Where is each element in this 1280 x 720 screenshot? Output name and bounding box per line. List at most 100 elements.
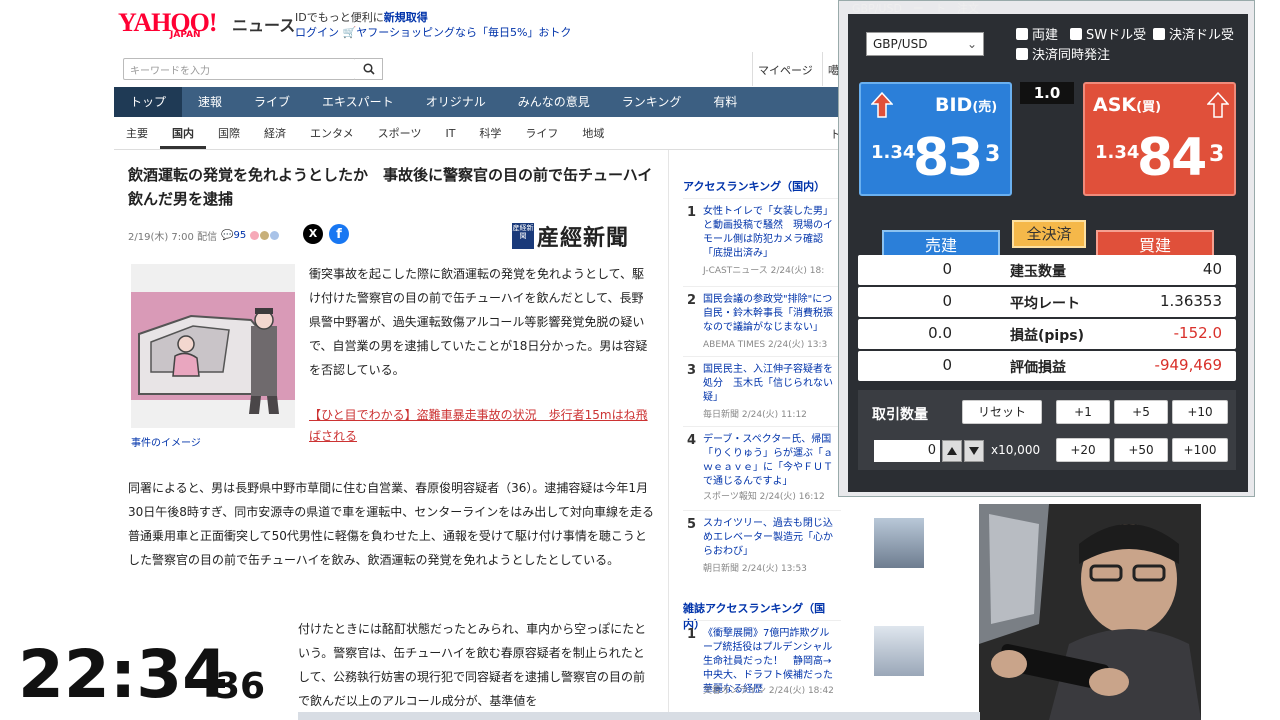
rank-number: 4 <box>687 433 697 448</box>
reset-button[interactable]: リセット <box>962 400 1042 424</box>
cat-life[interactable]: ライフ <box>513 118 570 149</box>
nav-breaking[interactable]: 速報 <box>182 87 238 117</box>
mypage-link[interactable]: マイページ <box>752 52 822 86</box>
main-nav: トップ 速報 ライブ エキスパート オリジナル みんなの意見 ランキング 有料 <box>114 87 840 117</box>
rank-source: 文春オンライン 2/24(火) 18:42 <box>703 686 834 696</box>
ask-label: ASK(買) <box>1093 94 1161 116</box>
checkbox-sw-receive[interactable]: SWドル受 <box>1070 24 1146 43</box>
qty-plus-100-button[interactable]: +100 <box>1172 438 1228 462</box>
cat-main[interactable]: 主要 <box>114 118 160 149</box>
sell-position: 0 <box>942 260 952 278</box>
checkbox-box[interactable] <box>1153 27 1165 40</box>
nav-expert[interactable]: エキスパート <box>306 87 410 117</box>
qty-increment-button[interactable] <box>942 440 962 462</box>
cat-local[interactable]: 地域 <box>570 118 616 149</box>
checkbox-settle-receive[interactable]: 決済ドル受 <box>1153 24 1234 43</box>
nav-paid[interactable]: 有料 <box>697 87 753 117</box>
rank-title[interactable]: 国民会議の参政党"排除"につ自民・鈴木幹事長「消費税張なので議論がなじまない」 <box>703 293 839 335</box>
qty-plus-20-button[interactable]: +20 <box>1056 438 1110 462</box>
rank-thumbnail[interactable] <box>874 518 924 568</box>
cat-it[interactable]: IT <box>433 118 467 149</box>
rank-source: ABEMA TIMES 2/24(火) 13:3 <box>703 340 828 350</box>
pnl-row: 0 評価損益 -949,469 <box>858 351 1236 381</box>
article-paragraph-1: 衝突事故を起こした際に飲酒運転の発覚を免れようとして、駆け付けた警察官の目の前で… <box>309 267 648 377</box>
ranking-item[interactable]: 1 《衝撃展開》7億円詐欺グループ統括役はプルデンシャル生命社員だった！ 静岡高… <box>683 620 841 700</box>
cat-entertainment[interactable]: エンタメ <box>298 118 366 149</box>
yahoo-logo[interactable]: YAHOO! <box>118 8 217 38</box>
comment-icon: 💬 <box>221 230 234 241</box>
x-share-icon[interactable]: X <box>303 224 323 244</box>
nav-top[interactable]: トップ <box>114 87 183 117</box>
ask-button[interactable]: ASK(買) 1.34 84 3 <box>1083 82 1236 196</box>
qty-plus-10-button[interactable]: +10 <box>1172 400 1228 424</box>
article-image[interactable] <box>131 264 295 428</box>
cat-sports[interactable]: スポーツ <box>366 118 434 149</box>
shopping-link[interactable]: ヤフーショッピングなら「毎日5%」おトク <box>356 26 571 39</box>
checkbox-simultaneous-order[interactable]: 決済同時発注 <box>1016 44 1110 63</box>
qty-plus-1-button[interactable]: +1 <box>1056 400 1110 424</box>
ranking-heading[interactable]: アクセスランキング（国内） <box>683 178 825 194</box>
ranking-item[interactable]: 1 女性トイレで「女装した男」と動画投稿で騒然 現場のイモール側は防犯カメラ確認… <box>683 198 841 286</box>
cat-world[interactable]: 国際 <box>206 118 252 149</box>
close-all-button[interactable]: 全決済 <box>1012 220 1086 248</box>
buy-avg-rate: 1.36353 <box>1159 292 1222 310</box>
ranking-item[interactable]: 3 国民民主、入江伸子容疑者を処分 玉木氏「信じられない疑」 毎日新聞 2/24… <box>683 356 841 426</box>
rank-title[interactable]: 国民民主、入江伸子容疑者を処分 玉木氏「信じられない疑」 <box>703 363 839 405</box>
login-line: ログイン 🛒ヤフーショッピングなら「毎日5%」おトク <box>295 24 571 40</box>
bid-button[interactable]: BID(売) 1.34 83 3 <box>859 82 1012 196</box>
article-meta: 2/19(木) 7:00 配信 💬95 <box>128 228 280 243</box>
reaction-icons[interactable] <box>250 231 280 240</box>
checkbox-box[interactable] <box>1016 27 1028 40</box>
search-button[interactable] <box>355 58 383 80</box>
cat-economy[interactable]: 経済 <box>252 118 298 149</box>
cart-icon: 🛒 <box>342 26 357 39</box>
cat-domestic[interactable]: 国内 <box>160 118 206 149</box>
publisher-mark: 産経新聞 <box>512 223 534 249</box>
currency-pair-value: GBP/USD <box>873 37 928 51</box>
login-link[interactable]: ログイン <box>295 26 339 39</box>
ranking-item[interactable]: 4 デーブ・スペクター氏、帰国「りくりゅう」らが運ぶ「ａｗｅａｖｅ」に「今やＦＵ… <box>683 426 841 510</box>
checkbox-hedge[interactable]: 両建 <box>1016 24 1058 43</box>
buy-pnl: -949,469 <box>1154 356 1222 374</box>
rank-title[interactable]: デーブ・スペクター氏、帰国「りくりゅう」らが運ぶ「ａｗｅａｖｅ」に「今やＦＵＴで… <box>703 433 839 489</box>
avg-rate-row: 0 平均レート 1.36353 <box>858 287 1236 317</box>
signup-link[interactable]: 新規取得 <box>384 11 428 24</box>
triangle-down-icon <box>969 447 979 455</box>
webcam-image <box>979 504 1201 720</box>
checkbox-box[interactable] <box>1016 47 1028 60</box>
reaction-icon-1 <box>250 231 260 240</box>
nav-opinions[interactable]: みんなの意見 <box>502 87 606 117</box>
qty-plus-5-button[interactable]: +5 <box>1114 400 1168 424</box>
ranking-item[interactable]: 5 スカイツリー、過去も閉じ込めエレベーター製造元「心からおわび」 朝日新聞 2… <box>683 510 841 580</box>
quantity-multiplier: x10,000 <box>991 443 1041 457</box>
qty-decrement-button[interactable] <box>964 440 984 462</box>
clock-seconds: 36 <box>215 666 266 707</box>
nav-ranking[interactable]: ランキング <box>606 87 698 117</box>
facebook-share-icon[interactable]: f <box>329 224 349 244</box>
checkbox-box[interactable] <box>1070 27 1082 40</box>
rank-title[interactable]: スカイツリー、過去も閉じ込めエレベーター製造元「心からおわび」 <box>703 517 839 559</box>
related-link[interactable]: 【ひと目でわかる】盗難車暴走事故の状況 歩行者15mはね飛ばされる <box>309 405 649 447</box>
qty-plus-50-button[interactable]: +50 <box>1114 438 1168 462</box>
section-title[interactable]: ニュース <box>232 12 295 36</box>
checkbox-label: 両建 <box>1032 28 1059 43</box>
ranking-item[interactable]: 2 国民会議の参政党"排除"につ自民・鈴木幹事長「消費税張なので議論がなじまない… <box>683 286 841 356</box>
sell-pnl: 0 <box>942 356 952 374</box>
publisher-logo[interactable]: 産経新聞 産經新聞 <box>512 220 629 252</box>
nav-original[interactable]: オリジナル <box>410 87 502 117</box>
sell-tab[interactable]: 売建 <box>882 230 1000 258</box>
comment-count-value: 95 <box>233 230 247 241</box>
currency-pair-select[interactable]: GBP/USD ⌄ <box>866 32 984 56</box>
bid-label-sub: (売) <box>972 100 998 115</box>
comment-count[interactable]: 💬95 <box>221 230 246 241</box>
rank-thumbnail[interactable] <box>874 626 924 676</box>
checkbox-label: SWドル受 <box>1086 28 1147 43</box>
rank-title[interactable]: 女性トイレで「女装した男」と動画投稿で騒然 現場のイモール側は防犯カメラ確認「底… <box>703 205 839 261</box>
nav-live[interactable]: ライブ <box>238 87 306 117</box>
quantity-input[interactable]: 0 <box>874 440 940 462</box>
arrow-up-icon <box>1207 92 1229 118</box>
bid-label: BID(売) <box>935 94 997 116</box>
buy-tab[interactable]: 買建 <box>1096 230 1214 258</box>
cat-science[interactable]: 科学 <box>467 118 513 149</box>
search-input[interactable]: キーワードを入力 <box>123 58 356 80</box>
